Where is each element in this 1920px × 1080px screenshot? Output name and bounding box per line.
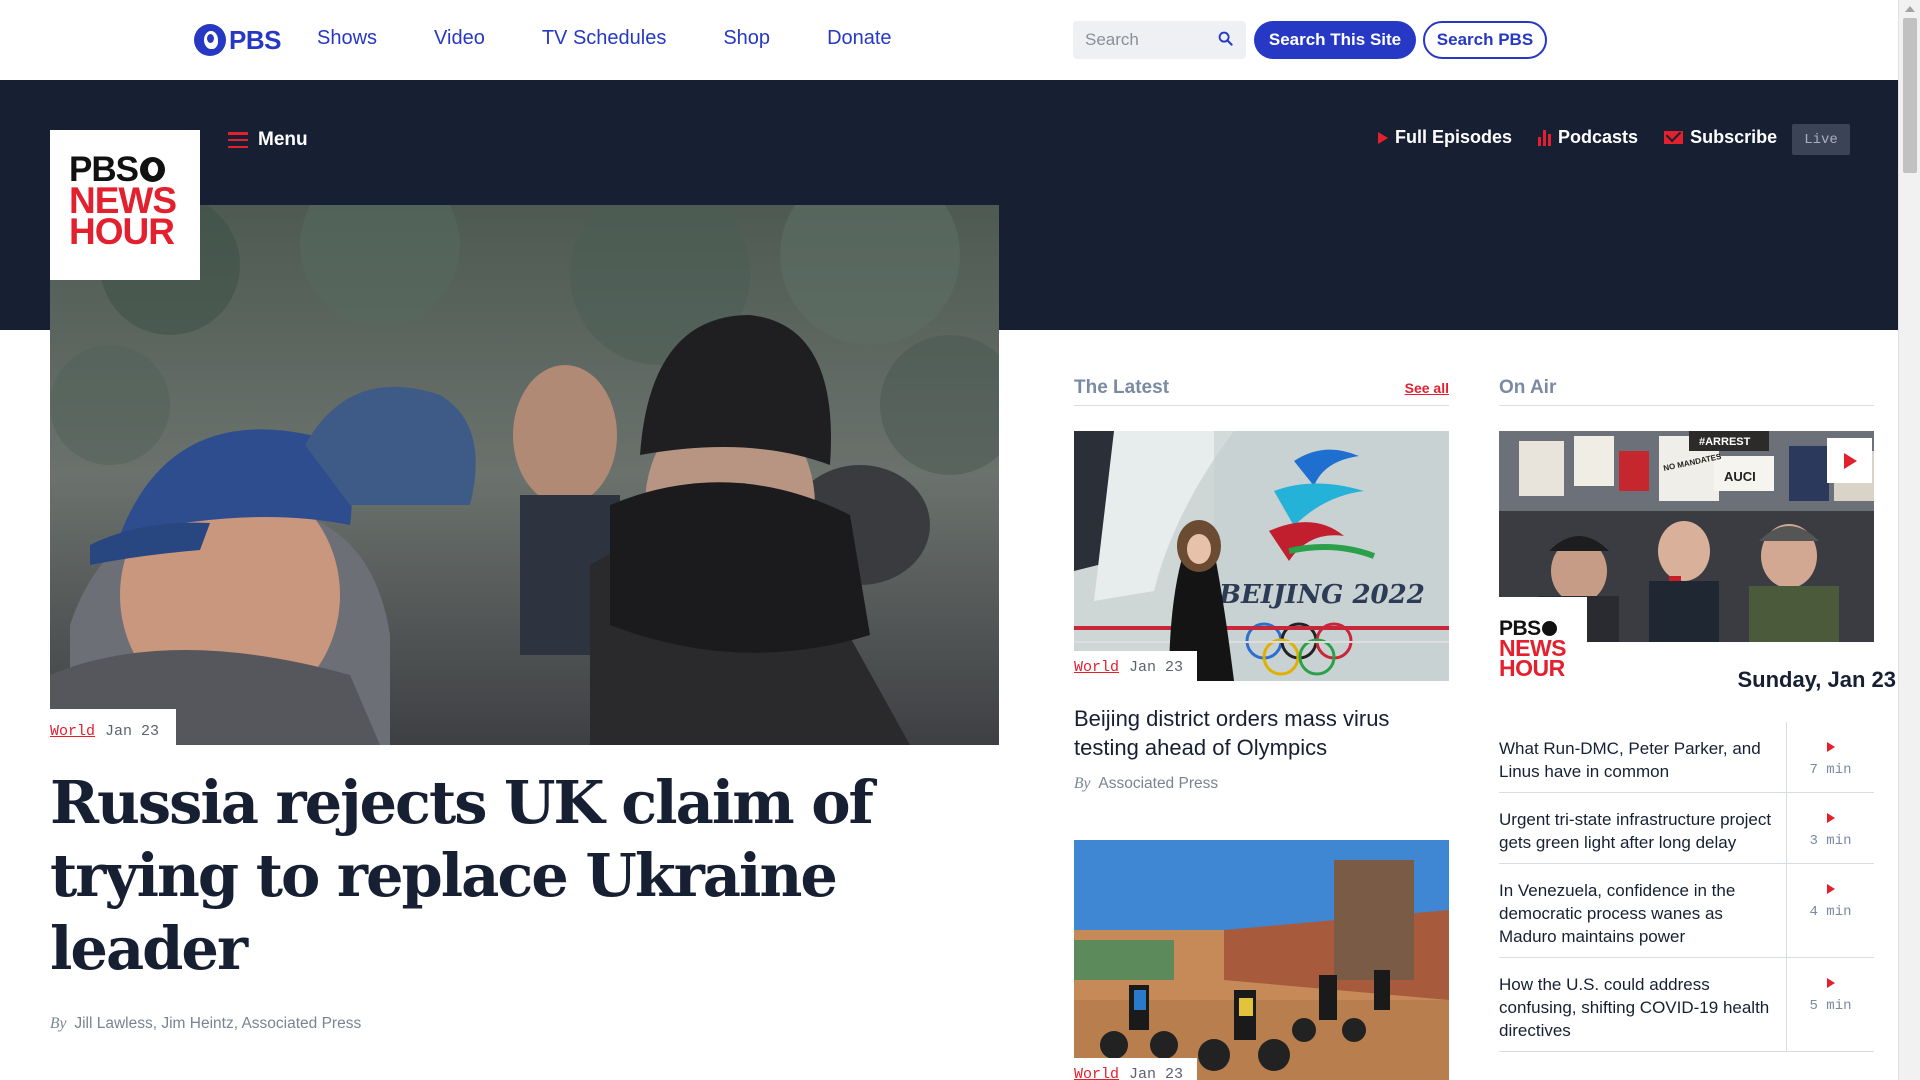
search-box [1073,21,1246,59]
street-motorcycles-photo [1074,840,1449,1080]
pbs-main-nav: Shows Video TV Schedules Shop Donate [317,27,949,50]
page-scrollbar[interactable] [1898,0,1920,1080]
on-air-title: On Air [1499,377,1557,398]
play-icon [1826,813,1835,823]
see-all-link[interactable]: See all [1405,380,1449,396]
nav-tv-schedules[interactable]: TV Schedules [542,27,667,50]
lead-byline: By Jill Lawless, Jim Heintz, Associated P… [50,1015,361,1033]
episode-title[interactable]: Urgent tri-state infrastructure project … [1499,793,1786,863]
byline-by: By [50,1015,67,1032]
mail-icon [1664,131,1684,144]
beijing-olympics-photo: BEIJING 2022 [1074,431,1449,681]
episode-play-area[interactable]: 7 min [1786,722,1874,792]
play-icon [1378,131,1388,144]
episode-item[interactable]: Urgent tri-state infrastructure project … [1499,793,1874,864]
lead-headline[interactable]: Russia rejects UK claim of trying to rep… [50,766,950,985]
episode-item[interactable]: How the U.S. could address confusing, sh… [1499,958,1874,1052]
nav-shop[interactable]: Shop [723,27,770,50]
scroll-up-arrow-icon[interactable] [1905,6,1915,12]
episode-play-area[interactable]: 3 min [1786,793,1874,863]
latest-story-title[interactable]: Beijing district orders mass virus testi… [1074,704,1444,762]
the-latest-title: The Latest [1074,377,1170,398]
story-date: Jan 23 [105,723,160,740]
latest-story-image[interactable] [1074,840,1449,1080]
lead-story-meta: World Jan 23 [50,709,177,745]
search-this-site-button[interactable]: Search This Site [1254,21,1416,59]
episode-title[interactable]: What Run-DMC, Peter Parker, and Linus ha… [1499,722,1786,792]
episode-play-area[interactable]: 5 min [1786,958,1874,1051]
pbs-head-icon [1541,621,1557,636]
latest-story-image[interactable]: BEIJING 2022 [1074,431,1449,681]
lead-story-image[interactable] [50,205,999,745]
arrest-sign-text: #ARREST [1699,436,1751,448]
episode-item[interactable]: In Venezuela, confidence in the democrat… [1499,864,1874,958]
category-link[interactable]: World [1074,1066,1119,1080]
latest-story-byline: By Associated Press [1074,775,1218,793]
latest-story-meta: World Jan 23 [1074,651,1198,681]
podcast-bars-icon [1538,129,1552,146]
pbs-logo-text: PBS [229,24,281,55]
play-icon [1826,978,1835,988]
nav-donate[interactable]: Donate [827,27,892,50]
pbs-top-bar: PBS Shows Video TV Schedules Shop Donate… [0,0,1898,80]
beijing-2022-sign-text: BEIJING 2022 [1218,580,1425,610]
menu-button[interactable]: Menu [228,129,308,151]
podcasts-link[interactable]: Podcasts [1538,127,1638,148]
episode-play-area[interactable]: 4 min [1786,864,1874,957]
episode-duration: 7 min [1809,762,1852,778]
scrollbar-thumb[interactable] [1903,18,1917,173]
nav-video[interactable]: Video [434,27,485,50]
menu-icon [228,132,248,148]
episode-duration: 5 min [1809,998,1852,1014]
story-date: Jan 23 [1129,659,1184,676]
subscribe-link[interactable]: Subscribe [1664,127,1777,148]
pbs-logo[interactable]: PBS [194,23,281,57]
category-link[interactable]: World [50,723,95,745]
byline-authors[interactable]: Jill Lawless, Jim Heintz, Associated Pre… [74,1015,361,1032]
byline-by: By [1074,775,1091,792]
byline-author[interactable]: Associated Press [1098,775,1218,792]
nav-shows[interactable]: Shows [317,27,377,50]
live-button[interactable]: Live [1792,124,1850,155]
pbs-head-icon [139,157,165,182]
story-date: Jan 23 [1129,1066,1184,1080]
play-video-button[interactable] [1827,438,1872,483]
full-episodes-link[interactable]: Full Episodes [1378,127,1512,148]
the-latest-header: The Latest See all [1074,377,1449,406]
episode-duration: 4 min [1809,904,1852,920]
onair-logo-line3: HOUR [1499,655,1565,681]
episode-title[interactable]: How the U.S. could address confusing, sh… [1499,958,1786,1051]
play-icon [1826,884,1835,894]
newshour-logo[interactable]: PBS NEWS HOUR [50,130,200,280]
newshour-logo-small: PBS NEWS HOUR [1499,597,1587,687]
lead-photo-crowd [50,205,999,745]
auci-sign-text: AUCI [1724,469,1756,484]
episode-duration: 3 min [1809,833,1852,849]
menu-label: Menu [258,129,308,150]
newshour-logo-line3: HOUR [69,211,175,252]
category-link[interactable]: World [1074,659,1119,681]
search-icon[interactable] [1218,31,1233,46]
on-air-header: On Air [1499,377,1874,406]
on-air-date: Sunday, Jan 23 [1737,667,1896,692]
play-icon [1826,742,1835,752]
episode-title[interactable]: In Venezuela, confidence in the democrat… [1499,864,1786,957]
subscribe-label: Subscribe [1690,127,1778,147]
full-episodes-label: Full Episodes [1395,127,1513,147]
search-input[interactable] [1073,21,1213,59]
episode-list: What Run-DMC, Peter Parker, and Linus ha… [1499,722,1874,1052]
pbs-head-icon [194,24,226,56]
search-pbs-button[interactable]: Search PBS [1423,21,1547,59]
header-links: Full Episodes Podcasts Subscribe [1378,127,1803,148]
episode-item[interactable]: What Run-DMC, Peter Parker, and Linus ha… [1499,722,1874,793]
latest-story-meta: World Jan 23 [1074,1058,1198,1080]
podcasts-label: Podcasts [1558,127,1639,147]
